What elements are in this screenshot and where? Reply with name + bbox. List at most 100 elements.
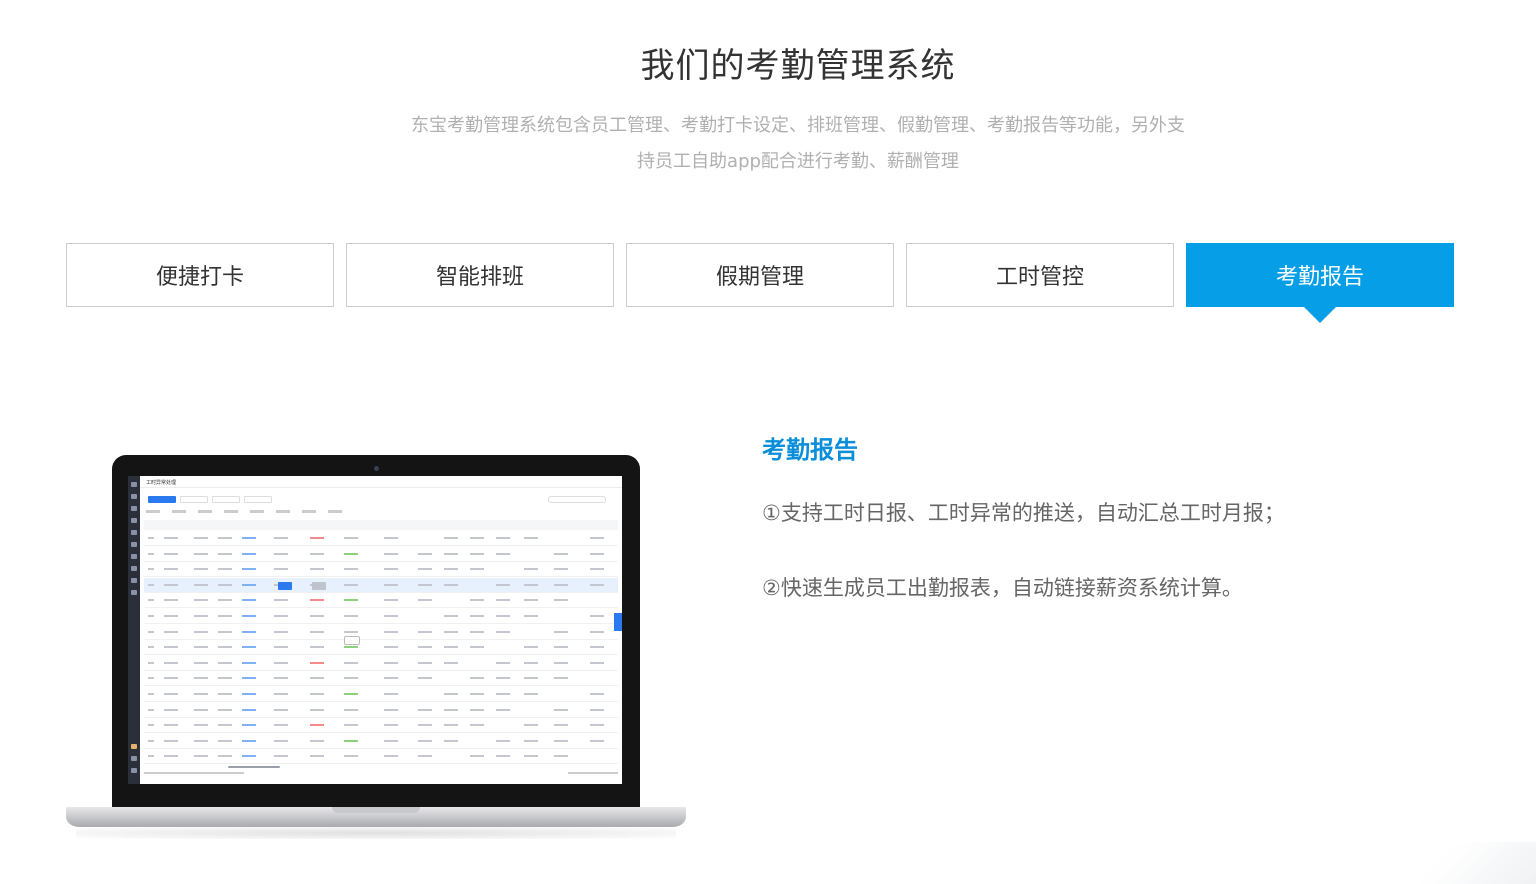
mini-table-cell	[444, 661, 458, 664]
menu-icon	[131, 566, 137, 571]
menu-icon	[131, 554, 137, 559]
mini-table-cell	[344, 724, 358, 727]
mini-table-cell	[418, 739, 432, 742]
mini-table-cell	[194, 599, 208, 602]
mini-table-cell	[344, 677, 358, 680]
avatar-icon	[131, 744, 137, 749]
mini-table-cell	[418, 599, 432, 602]
laptop-shadow	[76, 827, 676, 839]
mini-table-cell	[274, 739, 288, 742]
tab-attendance-report[interactable]: 考勤报告	[1186, 243, 1454, 323]
mini-table-row	[144, 609, 618, 624]
mini-table-cell	[274, 708, 288, 711]
mini-footer-right	[568, 772, 618, 774]
mini-table-cell	[164, 615, 178, 617]
mini-table-cell	[384, 568, 398, 571]
mini-table-cell	[148, 693, 154, 695]
mini-table-cell	[310, 599, 324, 602]
mini-table-cell	[242, 693, 256, 695]
mini-table-cell	[384, 615, 398, 617]
mini-table-cell	[554, 552, 568, 555]
mini-table-cell	[444, 537, 458, 539]
feature-point-1: ①支持工时日报、工时异常的推送，自动汇总工时月报；	[762, 501, 1285, 525]
mini-table-cell	[274, 646, 288, 649]
mini-table-cell	[344, 568, 358, 571]
mini-table-cell	[554, 583, 568, 586]
mini-table-cell	[274, 537, 288, 539]
laptop-lid: 工时异常处理	[112, 455, 640, 811]
mini-table-cell	[418, 661, 432, 664]
mini-table-cell	[164, 599, 178, 602]
mini-table-cell	[444, 724, 458, 727]
mini-table-cell	[470, 615, 484, 617]
mini-table-cell	[470, 552, 484, 555]
mini-table-cell	[444, 646, 458, 649]
mini-table-cell	[418, 755, 432, 758]
mini-table-cell	[590, 615, 604, 617]
mini-table-cell	[418, 708, 432, 711]
mini-selected-cell	[278, 582, 292, 590]
mini-table-cell	[444, 568, 458, 571]
laptop-screen: 工时异常处理	[128, 476, 622, 784]
mini-table-cell	[164, 661, 178, 664]
mini-table-cell	[554, 739, 568, 742]
mini-table-cell	[164, 724, 178, 727]
mini-table-cell	[218, 677, 232, 680]
app-divider	[140, 487, 622, 488]
mini-table-cell	[218, 552, 232, 555]
mini-table-cell	[274, 630, 288, 633]
mini-table-row	[144, 640, 618, 656]
mini-table-cell	[310, 552, 324, 555]
mini-table-cell	[344, 599, 358, 602]
tab-punch-in[interactable]: 便捷打卡	[66, 243, 334, 307]
mini-search-box	[548, 496, 606, 503]
mini-table-cell	[470, 630, 484, 633]
mini-table-cell	[242, 755, 256, 758]
tab-leave-management[interactable]: 假期管理	[626, 243, 894, 307]
mini-table-cell	[148, 583, 154, 586]
mini-table-cell	[310, 568, 324, 571]
mini-table-cell	[496, 755, 510, 758]
mini-tooltip	[344, 636, 360, 645]
mini-table-cell	[218, 739, 232, 742]
mini-table-cell	[148, 646, 154, 649]
mini-table-cell	[344, 661, 358, 664]
mini-table-cell	[444, 739, 458, 742]
mini-table-cell	[344, 583, 358, 586]
mini-table-cell	[148, 615, 154, 617]
mini-primary-button	[148, 496, 176, 503]
mini-table-cell	[218, 615, 232, 617]
mini-table-cell	[242, 630, 256, 633]
feature-point-2: ②快速生成员工出勤报表，自动链接薪资系统计算。	[762, 576, 1243, 600]
mini-table-cell	[384, 708, 398, 711]
mini-table-cell	[554, 568, 568, 571]
mini-table-cell	[590, 708, 604, 711]
mini-table-cell	[554, 724, 568, 727]
mini-table-cell	[496, 708, 510, 711]
mini-table-cell	[524, 646, 538, 649]
mini-table-cell	[164, 646, 178, 649]
mini-table-cell	[242, 739, 256, 742]
mini-table-header	[144, 520, 618, 530]
mini-table-cell	[274, 615, 288, 617]
mini-table-cell	[418, 568, 432, 571]
mini-table-cell	[590, 583, 604, 586]
app-sidebar	[128, 476, 140, 784]
mini-table-cell	[242, 677, 256, 680]
tab-work-hours[interactable]: 工时管控	[906, 243, 1174, 307]
mini-table-cell	[164, 693, 178, 695]
tab-smart-scheduling[interactable]: 智能排班	[346, 243, 614, 307]
mini-table-cell	[310, 724, 324, 727]
mini-table-row	[144, 749, 618, 765]
mini-table-cell	[194, 583, 208, 586]
mini-table-cell	[344, 630, 358, 633]
mini-table-cell	[194, 661, 208, 664]
mini-table-cell	[344, 537, 358, 539]
mini-table-cell	[418, 677, 432, 680]
mini-table-cell	[194, 646, 208, 649]
mini-table-cell	[218, 646, 232, 649]
mini-table-cell	[554, 661, 568, 664]
mini-table-row	[144, 703, 618, 718]
mini-table-cell	[524, 693, 538, 695]
mini-table-cell	[496, 615, 510, 617]
